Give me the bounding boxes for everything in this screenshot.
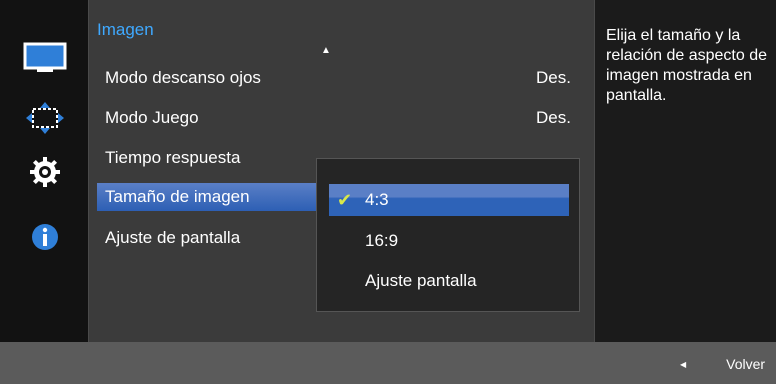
- picture-monitor-icon[interactable]: [20, 40, 70, 76]
- option-label: Ajuste pantalla: [365, 271, 477, 290]
- menu-item-eye-saver[interactable]: Modo descanso ojos Des.: [105, 64, 571, 92]
- menu-item-label: Tiempo respuesta: [105, 148, 241, 167]
- image-size-popup: ✔ 4:3 16:9 Ajuste pantalla: [316, 158, 580, 312]
- option-4-3[interactable]: ✔ 4:3: [329, 184, 569, 216]
- back-arrow-icon: ◀: [680, 359, 687, 369]
- info-icon[interactable]: [20, 219, 70, 255]
- option-label: 4:3: [365, 190, 389, 209]
- option-16-9[interactable]: 16:9: [329, 225, 569, 257]
- back-label: Volver: [726, 356, 766, 372]
- menu-item-label: Tamaño de imagen: [105, 187, 250, 206]
- category-sidebar: [0, 0, 88, 342]
- gear-icon[interactable]: [20, 154, 70, 190]
- menu-item-label: Modo descanso ojos: [105, 68, 261, 87]
- menu-item-value: Des.: [536, 108, 571, 127]
- back-button[interactable]: ◀ Volver: [680, 356, 765, 372]
- bottom-bar: ◀ Volver: [0, 342, 776, 384]
- screen-position-icon[interactable]: [20, 100, 70, 136]
- option-screen-fit[interactable]: Ajuste pantalla: [329, 265, 569, 297]
- menu-item-label: Ajuste de pantalla: [105, 228, 241, 247]
- menu-item-label: Modo Juego: [105, 108, 199, 127]
- option-label: 16:9: [365, 231, 399, 250]
- help-text: Elija el tamaño y la relación de aspecto…: [606, 27, 767, 104]
- menu-title: Imagen: [97, 20, 154, 39]
- help-panel: Elija el tamaño y la relación de aspecto…: [595, 0, 776, 342]
- scroll-up-icon[interactable]: ▲: [321, 45, 331, 56]
- menu-item-value: Des.: [536, 68, 571, 87]
- checkmark-icon: ✔: [337, 189, 353, 210]
- menu-item-image-size[interactable]: Tamaño de imagen: [97, 183, 316, 211]
- menu-item-game-mode[interactable]: Modo Juego Des.: [105, 104, 571, 132]
